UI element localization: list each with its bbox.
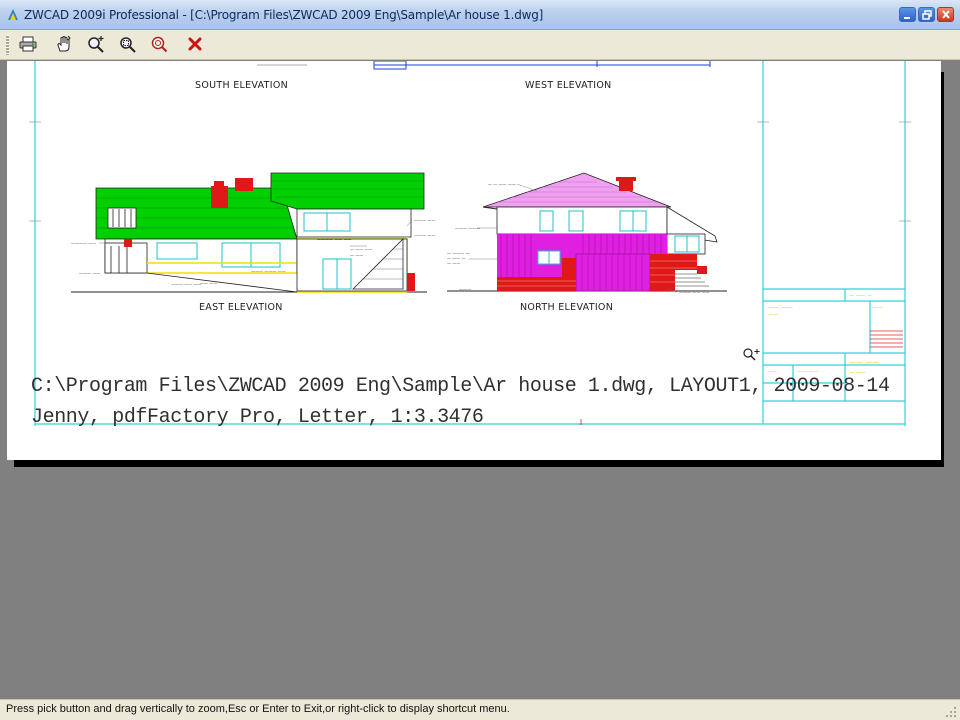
svg-text:——: —— [873,305,883,311]
close-window-button[interactable] [937,7,954,22]
svg-text:———: ——— [459,287,471,292]
svg-text:——— —— ——: ——— —— —— [171,282,202,287]
status-bar: Press pick button and drag vertically to… [0,699,960,720]
title-bar[interactable]: ZWCAD 2009i Professional - [C:\Program F… [0,0,960,30]
zoom-original-button[interactable] [147,33,171,55]
north-elevation-label: NORTH ELEVATION [520,302,613,313]
close-preview-button[interactable] [183,33,207,55]
svg-text:——— —— ——: ——— —— —— [679,290,710,295]
zoom-original-icon [151,36,168,53]
svg-text:——— ——: ——— —— [414,233,435,238]
pan-button[interactable] [52,33,76,55]
svg-text:— ——: — —— [447,261,460,266]
title-block: —— —— — — — —— — —— —— —— —— —— —— — —— [767,293,903,376]
east-elevation-drawing: ———— —— ——— —— ——— —— —— —— —— ——— ——— —… [71,172,435,293]
svg-text:— — —— ——: — — —— —— [488,182,516,187]
minimize-button[interactable] [899,7,916,22]
zwcad-logo-icon [8,9,18,20]
svg-text:——— ——: ——— —— [414,218,435,223]
svg-text:— —: — — [767,312,779,318]
print-info-line-1: C:\Program Files\ZWCAD 2009 Eng\Sample\A… [31,375,890,398]
print-info-line-2: Jenny, pdfFactory Pro, Letter, 1:3.3476 [31,406,484,429]
east-elevation-label: EAST ELEVATION [199,302,283,313]
window-title: ZWCAD 2009i Professional - [C:\Program F… [24,8,544,22]
south-elevation-label: SOUTH ELEVATION [195,80,288,91]
north-elevation-drawing: — — —— —— ——— ——— — ——— — — —— — — —— ——… [447,172,727,295]
svg-text:——— ——: ——— —— [79,271,100,276]
print-button[interactable] [16,33,40,55]
svg-text:—— ——: —— —— [849,358,879,366]
toolbar-grip[interactable] [6,35,9,55]
zoom-window-icon [120,37,136,53]
west-elevation-label: WEST ELEVATION [525,80,612,91]
svg-text:——— ———: ——— ——— [455,226,480,231]
svg-text:—— ——: —— —— [200,281,217,286]
resize-grip-icon[interactable] [945,706,957,718]
print-preview-paper[interactable]: —— —— — — — —— — —— —— —— —— —— —— — —— … [7,61,941,460]
west-elevation-base [373,61,711,70]
svg-text:— ——: — —— [350,253,363,258]
maximize-button[interactable] [918,7,935,22]
printer-icon [19,36,37,52]
restore-icon [922,10,932,20]
svg-text:———— ——: ———— —— [71,241,96,246]
window-controls [899,7,954,22]
svg-text:——— ——— ——: ——— ——— —— [251,269,286,274]
pan-hand-icon [57,35,71,52]
close-icon [942,10,950,19]
svg-text:— —— ——: — —— —— [350,247,373,252]
zoom-cursor-icon [743,348,760,361]
svg-text:—— ——: —— —— [767,304,793,311]
minimize-icon [904,17,910,19]
zoom-realtime-icon [88,36,104,53]
zoom-window-button[interactable] [116,33,140,55]
status-prompt: Press pick button and drag vertically to… [6,703,510,715]
close-x-icon [188,37,202,51]
svg-text:— —— —: — —— — [849,293,872,299]
zoom-realtime-button[interactable] [84,33,108,55]
cad-drawing: —— —— — — — —— — —— —— —— —— —— —— — —— … [29,61,911,426]
preview-toolbar [0,30,960,60]
svg-text:———— —— ——: ———— —— —— [317,237,352,242]
